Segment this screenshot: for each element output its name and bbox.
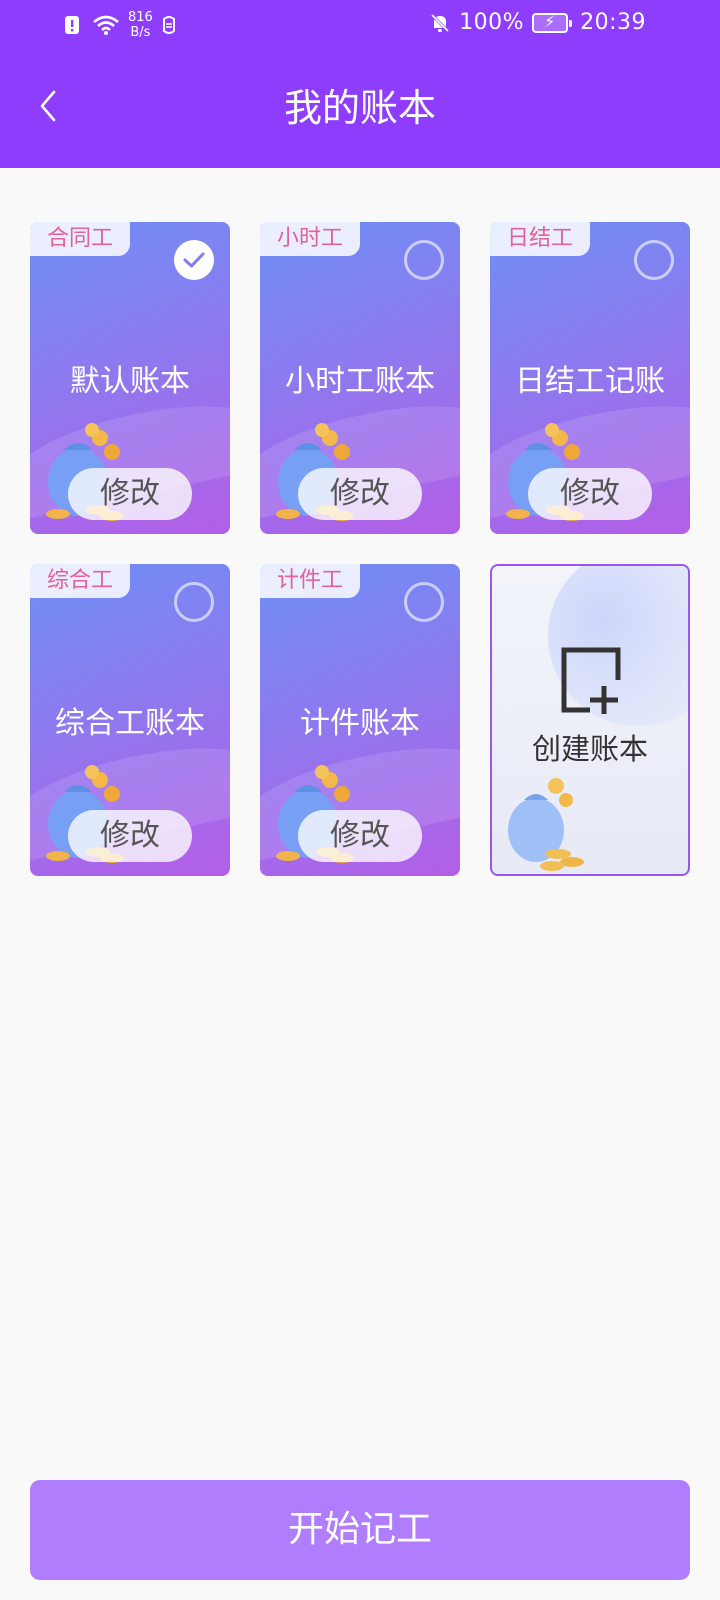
book-name: 综合工账本	[55, 706, 205, 741]
book-card-default[interactable]: 合同工 默认账本 修改	[30, 222, 230, 534]
create-book-label: 创建账本	[531, 732, 648, 766]
select-radio[interactable]	[404, 582, 444, 622]
status-bar: 816 B/s 100% ⚡ 20:39	[0, 0, 720, 50]
edit-book-button[interactable]: 修改	[528, 468, 652, 520]
book-name: 小时工账本	[285, 364, 435, 399]
select-radio[interactable]	[634, 240, 674, 280]
network-speed: 816 B/s	[128, 10, 153, 40]
bell-muted-icon	[429, 12, 451, 34]
edit-book-button[interactable]: 修改	[298, 810, 422, 862]
select-radio[interactable]	[174, 582, 214, 622]
alert-icon	[62, 14, 84, 36]
book-name: 日结工记账	[515, 364, 665, 399]
book-card-piecework[interactable]: 计件工 计件账本 修改	[260, 564, 460, 876]
book-name: 计件账本	[300, 706, 420, 741]
book-name: 默认账本	[70, 364, 190, 399]
wifi-icon	[92, 14, 120, 36]
book-type-tag: 日结工	[490, 222, 590, 256]
sim-icon	[161, 14, 177, 36]
book-card-daily[interactable]: 日结工 日结工记账 修改	[490, 222, 690, 534]
app-header: 816 B/s 100% ⚡ 20:39 我的账本	[0, 0, 720, 168]
start-recording-button[interactable]: 开始记工	[30, 1480, 690, 1580]
net-speed-value: 816	[128, 10, 153, 25]
edit-book-button[interactable]: 修改	[68, 810, 192, 862]
book-card-hourly[interactable]: 小时工 小时工账本 修改	[260, 222, 460, 534]
edit-book-button[interactable]: 修改	[298, 468, 422, 520]
page-title: 我的账本	[283, 86, 436, 130]
book-type-tag: 小时工	[260, 222, 360, 256]
select-radio[interactable]	[404, 240, 444, 280]
selected-check-icon[interactable]	[174, 240, 214, 280]
net-speed-unit: B/s	[130, 25, 151, 40]
create-book-card[interactable]: 创建账本	[490, 564, 690, 876]
book-type-tag: 综合工	[30, 564, 130, 598]
clock: 20:39	[580, 10, 646, 35]
book-type-tag: 计件工	[260, 564, 360, 598]
book-type-tag: 合同工	[30, 222, 130, 256]
add-book-icon	[561, 647, 621, 714]
book-card-comprehensive[interactable]: 综合工 综合工账本 修改	[30, 564, 230, 876]
battery-percent: 100%	[459, 10, 525, 35]
edit-book-button[interactable]: 修改	[68, 468, 192, 520]
money-bag-icon	[508, 778, 584, 871]
battery-icon: ⚡	[532, 12, 573, 33]
